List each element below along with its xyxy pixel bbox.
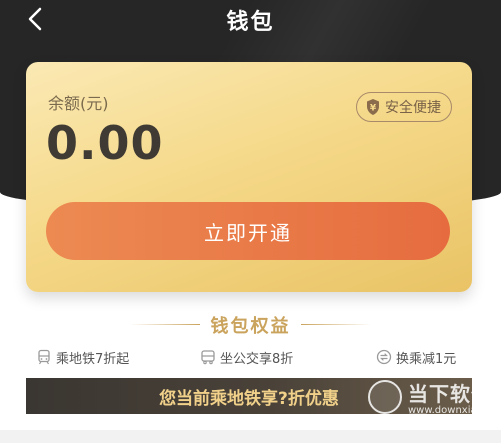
nav-bar: 钱包 <box>0 0 501 40</box>
secure-badge: ¥ 安全便捷 <box>356 92 452 122</box>
bus-icon <box>201 350 215 365</box>
secure-badge-label: 安全便捷 <box>385 100 441 116</box>
benefits-title: 钱包权益 <box>210 316 291 337</box>
wallet-card: 余额(元) 0.00 ¥ 安全便捷 立即开通 <box>26 62 472 292</box>
benefit-bus: 坐公交享8折 <box>200 347 293 367</box>
benefit-subway-label: 乘地铁7折起 <box>56 351 130 367</box>
bottom-strip <box>0 430 501 443</box>
page-title: 钱包 <box>226 10 275 35</box>
svg-text:¥: ¥ <box>370 104 377 114</box>
transfer-icon <box>376 349 392 365</box>
benefits-divider-right <box>301 324 371 325</box>
benefit-bus-label: 坐公交享8折 <box>220 351 294 367</box>
open-wallet-button[interactable]: 立即开通 <box>46 202 450 260</box>
shield-yen-icon: ¥ <box>367 99 379 115</box>
balance-value: 0.00 <box>46 116 164 170</box>
benefit-transfer: 换乘减1元 <box>376 347 456 367</box>
watermark-logo-icon <box>368 380 402 414</box>
subway-icon <box>38 349 50 365</box>
benefit-subway: 乘地铁7折起 <box>36 347 129 367</box>
watermark: 当下软件园 www.downxia.com <box>368 378 501 435</box>
balance-label: 余额(元) <box>48 94 109 113</box>
watermark-url: www.downxia.com <box>408 405 501 416</box>
benefit-transfer-label: 换乘减1元 <box>396 351 457 367</box>
